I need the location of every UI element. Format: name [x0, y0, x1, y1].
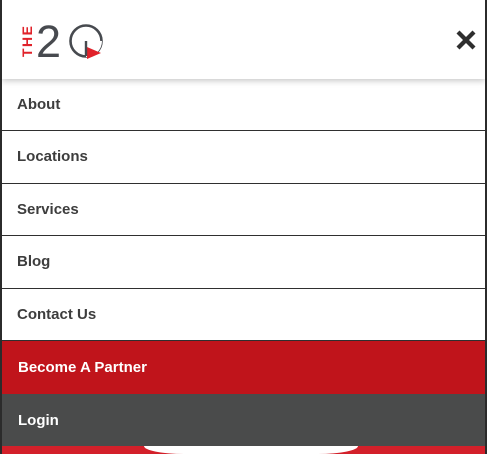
nav-item-label: About — [17, 96, 61, 113]
partner-label: Become A Partner — [18, 359, 147, 376]
nav-item-about[interactable]: About — [2, 79, 485, 131]
nav-item-services[interactable]: Services — [2, 183, 485, 236]
nav-item-label: Blog — [17, 253, 51, 271]
background-arc-shape — [144, 446, 358, 454]
logo-the-text: THE — [19, 25, 35, 58]
nav-item-blog[interactable]: Blog — [2, 236, 485, 289]
login-label: Login — [18, 412, 59, 429]
main-nav-menu: About Locations Services Blog Contact Us… — [2, 79, 485, 447]
become-partner-button[interactable]: Become A Partner — [2, 341, 485, 394]
close-menu-button[interactable] — [453, 27, 479, 53]
mobile-menu-overlay: THE 2 About Locations Services Blog Cont… — [0, 0, 487, 454]
nav-item-label: Services — [17, 200, 79, 218]
logo-icon: THE 2 — [19, 16, 103, 62]
site-header: THE 2 — [2, 0, 485, 79]
close-icon — [456, 30, 476, 50]
nav-item-label: Locations — [17, 148, 88, 166]
page-behind-strip — [2, 446, 485, 454]
logo-number-two: 2 — [36, 16, 61, 62]
nav-item-label: Contact Us — [17, 305, 97, 323]
the20-logo[interactable]: THE 2 — [16, 16, 108, 62]
nav-item-contact-us[interactable]: Contact Us — [2, 288, 485, 341]
nav-item-locations[interactable]: Locations — [2, 131, 485, 184]
login-button[interactable]: Login — [2, 394, 485, 447]
